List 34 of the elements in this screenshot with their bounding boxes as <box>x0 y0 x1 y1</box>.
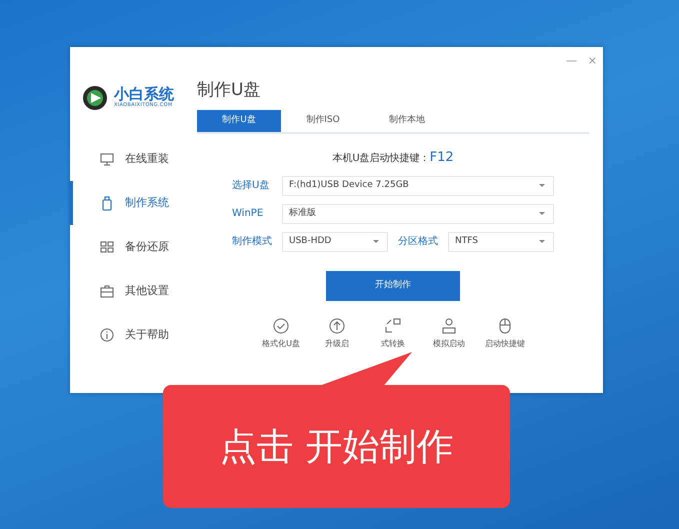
field-label: 分区格式 <box>398 234 439 249</box>
sidebar-item[interactable]: 在线重装 <box>70 137 190 181</box>
person-icon <box>440 316 458 334</box>
up-arrow-circle-icon <box>328 316 346 334</box>
sidebar-item[interactable]: 备份还原 <box>70 225 190 269</box>
logo-text: 小白系统 <box>114 86 174 102</box>
dropdown[interactable]: NTFS <box>448 232 554 252</box>
tab[interactable]: 制作ISO <box>281 110 365 132</box>
tool-button[interactable]: 模拟启动 <box>427 316 471 350</box>
dropdown[interactable]: F:(hd1)USB Device 7.25GB <box>282 176 554 196</box>
sidebar-item[interactable]: 制作系统 <box>70 181 190 225</box>
tool-button[interactable]: 升级启 <box>315 316 359 350</box>
dropdown[interactable]: USB-HDD <box>282 232 388 252</box>
convert-icon <box>384 316 402 334</box>
tool-button[interactable]: 式转换 <box>371 316 415 350</box>
briefcase-icon <box>99 283 115 299</box>
tool-button[interactable]: 启动快捷键 <box>483 316 527 350</box>
start-button[interactable]: 开始制作 <box>326 270 460 300</box>
field-label: 制作模式 <box>232 234 273 249</box>
logo-icon <box>82 85 108 111</box>
grid-icon <box>99 239 115 255</box>
sidebar-item[interactable]: 关于帮助 <box>70 313 190 357</box>
check-circle-icon <box>272 316 290 334</box>
tab[interactable]: 制作U盘 <box>197 110 281 132</box>
field-label: 选择U盘 <box>232 178 270 193</box>
monitor-icon <box>99 151 115 167</box>
hotkey-text: 本机U盘启动快捷键：F12 <box>331 149 455 167</box>
tool-button[interactable]: 格式化U盘 <box>259 316 303 350</box>
page-title: 制作U盘 <box>197 79 262 102</box>
field-label: WinPE <box>232 207 264 221</box>
info-icon <box>99 327 115 343</box>
dropdown[interactable]: 标准版 <box>282 204 554 224</box>
tab[interactable]: 制作本地 <box>365 110 449 132</box>
sidebar-item[interactable]: 其他设置 <box>70 269 190 313</box>
